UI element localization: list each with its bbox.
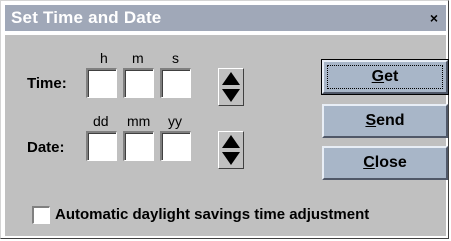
time-header-seconds: s: [172, 50, 179, 66]
up-down-arrow-icon: [222, 72, 240, 102]
close-button[interactable]: Close: [322, 146, 448, 180]
dialog-title: Set Time and Date: [11, 8, 162, 27]
time-hours-field[interactable]: [86, 68, 117, 98]
date-header-year: yy: [168, 113, 182, 129]
date-header-day: dd: [93, 113, 109, 129]
date-header-month: mm: [127, 113, 151, 129]
dst-label[interactable]: Automatic daylight savings time adjustme…: [55, 206, 369, 223]
time-spinner[interactable]: [218, 68, 244, 106]
date-spinner[interactable]: [218, 131, 244, 169]
send-button[interactable]: Send: [322, 104, 448, 138]
dst-checkbox[interactable]: [32, 206, 50, 224]
close-button-label: lose: [374, 154, 407, 171]
get-button[interactable]: Get: [321, 59, 449, 95]
time-label: Time:: [27, 75, 67, 92]
close-button-accelerator: C: [363, 154, 375, 171]
dialog-body: h m s Time: dd mm yy Date: Get Send Clos…: [5, 35, 449, 236]
time-minutes-field[interactable]: [123, 68, 154, 98]
up-down-arrow-icon: [222, 135, 240, 165]
date-label: Date:: [27, 139, 65, 156]
date-day-field[interactable]: [86, 131, 117, 161]
send-button-label: end: [376, 112, 405, 129]
send-button-accelerator: S: [365, 112, 377, 129]
date-month-field[interactable]: [123, 131, 154, 161]
date-year-field[interactable]: [160, 131, 191, 161]
set-time-date-dialog: Set Time and Date × h m s Time: dd mm yy…: [0, 0, 449, 239]
close-icon[interactable]: ×: [426, 11, 442, 25]
time-header-hours: h: [100, 50, 108, 66]
time-seconds-field[interactable]: [160, 68, 191, 98]
focus-rectangle: [327, 65, 443, 89]
title-bar[interactable]: Set Time and Date ×: [5, 5, 446, 31]
time-header-minutes: m: [132, 50, 144, 66]
